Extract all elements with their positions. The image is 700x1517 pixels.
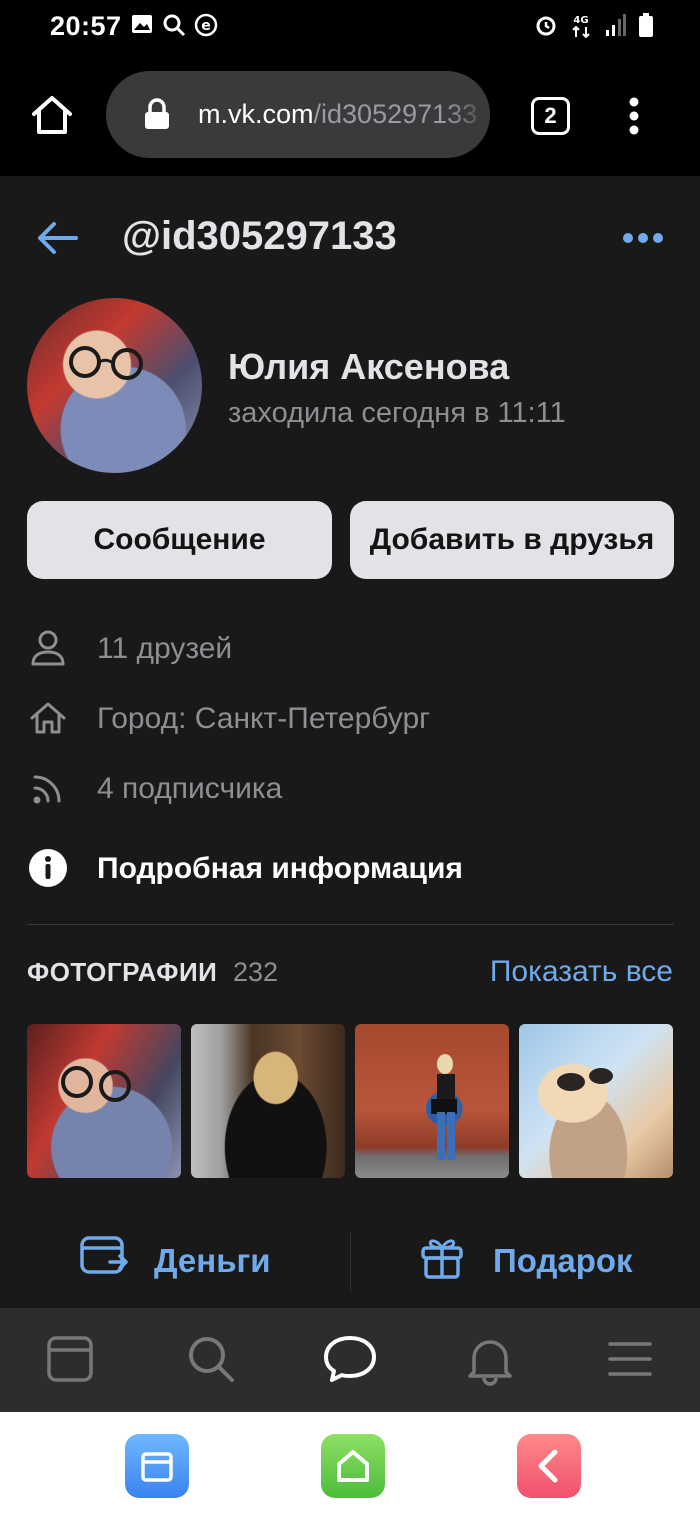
- info-icon: [29, 849, 67, 887]
- url-text: m.vk.com/id305297133: [198, 99, 477, 130]
- avatar-glasses: [69, 346, 143, 380]
- followers-count: 4 подписчика: [97, 772, 283, 805]
- avatar[interactable]: [27, 298, 202, 473]
- svg-text:4G: 4G: [573, 15, 588, 26]
- wallet-icon: [80, 1236, 128, 1274]
- city-row: Город: Санкт-Петербург: [0, 688, 700, 748]
- divider: [27, 924, 674, 925]
- followers-row[interactable]: 4 подписчика: [0, 758, 700, 818]
- friends-count: 11 друзей: [97, 632, 233, 665]
- menu-icon[interactable]: [608, 1334, 652, 1384]
- lock-icon: [145, 98, 169, 129]
- search-status-icon: [163, 14, 186, 37]
- recents-icon: [141, 1452, 173, 1482]
- gift-label: Подарок: [493, 1242, 633, 1279]
- bottom-tab-bar: [0, 1308, 700, 1412]
- more-icon[interactable]: [622, 232, 664, 244]
- bell-icon[interactable]: [466, 1334, 514, 1386]
- details-row[interactable]: Подробная информация: [0, 838, 700, 898]
- add-friend-button[interactable]: Добавить в друзья: [350, 501, 674, 579]
- photos-heading: ФОТОГРАФИИ: [27, 957, 218, 987]
- gift-icon: [421, 1239, 463, 1279]
- status-time: 20:57: [50, 11, 122, 41]
- svg-text:e: e: [201, 18, 211, 34]
- address-bar[interactable]: m.vk.com/id305297133: [106, 71, 490, 158]
- search-icon[interactable]: [186, 1334, 236, 1384]
- actions-separator: [350, 1232, 351, 1292]
- photo-figure: [431, 1054, 457, 1160]
- city-text: Город: Санкт-Петербург: [97, 702, 431, 735]
- alarm-icon: [536, 16, 556, 36]
- house-icon: [30, 702, 66, 734]
- status-bar: 20:57 e 4G: [0, 0, 700, 56]
- profile-name: Юлия Аксенова: [228, 346, 510, 387]
- android-nav-bar: [0, 1412, 700, 1517]
- 4g-icon: 4G: [572, 15, 590, 38]
- rss-icon: [33, 775, 61, 804]
- back-arrow-icon[interactable]: [36, 220, 80, 256]
- friends-row[interactable]: 11 друзей: [0, 618, 700, 678]
- money-label: Деньги: [154, 1242, 271, 1279]
- signal-icon: [606, 14, 626, 36]
- photos-count: 232: [233, 957, 279, 987]
- messages-icon[interactable]: [322, 1334, 378, 1384]
- tabs-button[interactable]: 2: [531, 97, 570, 135]
- browser-toolbar: m.vk.com/id305297133 2: [0, 56, 700, 176]
- page-title: @id305297133: [122, 214, 397, 258]
- home-nav-icon: [337, 1450, 369, 1482]
- money-button[interactable]: Деньги: [80, 1234, 300, 1290]
- home-icon[interactable]: [30, 94, 74, 136]
- photo-thumbnail[interactable]: [27, 1024, 181, 1178]
- user-icon: [31, 630, 65, 666]
- photo-thumbnail[interactable]: [191, 1024, 345, 1178]
- last-seen-status: заходила сегодня в 11:11: [228, 397, 566, 429]
- url-host: m.vk.com: [198, 99, 314, 129]
- back-nav-button[interactable]: [517, 1434, 581, 1498]
- recents-button[interactable]: [125, 1434, 189, 1498]
- back-nav-icon: [538, 1449, 558, 1483]
- status-right-icons: 4G: [534, 12, 654, 38]
- e-circle-icon: e: [194, 13, 218, 37]
- show-all-photos-link[interactable]: Показать все: [490, 955, 673, 989]
- photo-thumbnail[interactable]: [355, 1024, 509, 1178]
- details-link: Подробная информация: [97, 852, 463, 885]
- gallery-icon: [132, 15, 152, 33]
- kebab-menu-icon[interactable]: [627, 96, 641, 136]
- battery-icon: [639, 13, 653, 37]
- photo-thumbnail[interactable]: [519, 1024, 673, 1178]
- gift-button[interactable]: Подарок: [420, 1234, 660, 1290]
- photo-sunglasses: [557, 1068, 613, 1091]
- photo-glasses: [61, 1066, 131, 1102]
- page-header: @id305297133: [0, 176, 700, 296]
- home-nav-button[interactable]: [321, 1434, 385, 1498]
- url-fade: [446, 71, 490, 158]
- message-button[interactable]: Сообщение: [27, 501, 332, 579]
- feed-icon[interactable]: [46, 1334, 94, 1384]
